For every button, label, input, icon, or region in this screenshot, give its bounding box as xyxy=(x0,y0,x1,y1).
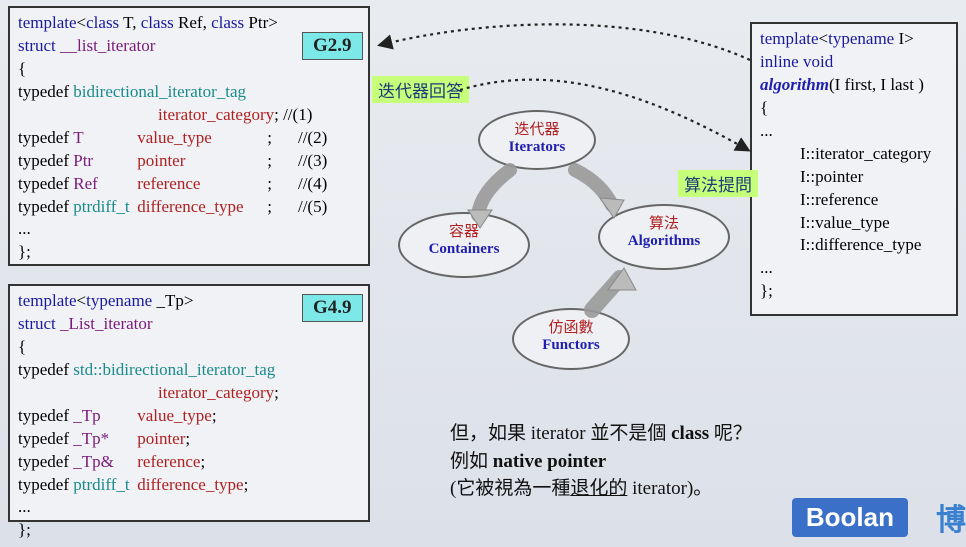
bubble-cn: 仿函數 xyxy=(514,316,628,337)
version-badge-g29: G2.9 xyxy=(302,32,363,60)
line: typedef Ptrpointer;//(3) xyxy=(18,150,360,173)
kw: template xyxy=(18,13,77,32)
line: }; xyxy=(760,280,948,303)
line: { xyxy=(18,58,360,81)
line: typedef ptrdiff_tdifference_type; xyxy=(18,474,360,497)
line: { xyxy=(18,336,360,359)
brand-logo: Boolan xyxy=(792,498,908,537)
bubble-functors: 仿函數 Functors xyxy=(512,308,630,370)
line: typedef bidirectional_iterator_tag xyxy=(18,81,360,104)
bubble-iterators: 迭代器 Iterators xyxy=(478,110,596,170)
line: typedef _Tp&reference; xyxy=(18,451,360,474)
brand-logo-tail: 博 xyxy=(936,495,966,539)
line: { xyxy=(760,97,948,120)
line: typedef Tvalue_type;//(2) xyxy=(18,127,360,150)
code-box-algorithm: template<typename I> inline void algorit… xyxy=(750,22,958,316)
line: template<typename I> xyxy=(760,28,948,51)
bubble-containers: 容器 Containers xyxy=(398,212,530,278)
line: typedef _Tpvalue_type; xyxy=(18,405,360,428)
q-line3: (它被視為一種退化的 iterator)。 xyxy=(450,475,752,503)
line: iterator_category; //(1) xyxy=(18,104,360,127)
line: typedef Refreference;//(4) xyxy=(18,173,360,196)
line: }; xyxy=(18,241,360,264)
line: typedef _Tp*pointer; xyxy=(18,428,360,451)
line: ... xyxy=(760,257,948,280)
bubble-cn: 算法 xyxy=(600,212,728,233)
label-iterator-answer: 迭代器回答 xyxy=(372,76,469,103)
line: ... xyxy=(18,496,360,519)
version-badge-g49: G4.9 xyxy=(302,294,363,322)
bubble-en: Containers xyxy=(400,241,528,258)
line: I::iterator_category xyxy=(760,143,948,166)
line: algorithm(I first, I last ) xyxy=(760,74,948,97)
line: I::difference_type xyxy=(760,234,948,257)
line: I::reference xyxy=(760,189,948,212)
line: inline void xyxy=(760,51,948,74)
q-line1: 但，如果 iterator 並不是個 class 呢？ xyxy=(450,420,752,448)
line: I::value_type xyxy=(760,212,948,235)
bubble-cn: 容器 xyxy=(400,220,528,241)
bubble-en: Iterators xyxy=(480,139,594,156)
bubble-cn: 迭代器 xyxy=(480,118,594,139)
bubble-algorithms: 算法 Algorithms xyxy=(598,204,730,270)
line: typedef ptrdiff_tdifference_type;//(5) xyxy=(18,196,360,219)
label-algorithm-ask: 算法提問 xyxy=(678,170,758,197)
bubble-en: Functors xyxy=(514,337,628,354)
line: ... xyxy=(18,218,360,241)
question-text: 但，如果 iterator 並不是個 class 呢？ 例如 native po… xyxy=(450,420,752,503)
line: iterator_category; xyxy=(18,382,360,405)
bubble-en: Algorithms xyxy=(600,233,728,250)
line: typedef std::bidirectional_iterator_tag xyxy=(18,359,360,382)
line: I::pointer xyxy=(760,166,948,189)
q-line2: 例如 native pointer xyxy=(450,448,752,476)
line: }; xyxy=(18,519,360,542)
line: ... xyxy=(760,120,948,143)
